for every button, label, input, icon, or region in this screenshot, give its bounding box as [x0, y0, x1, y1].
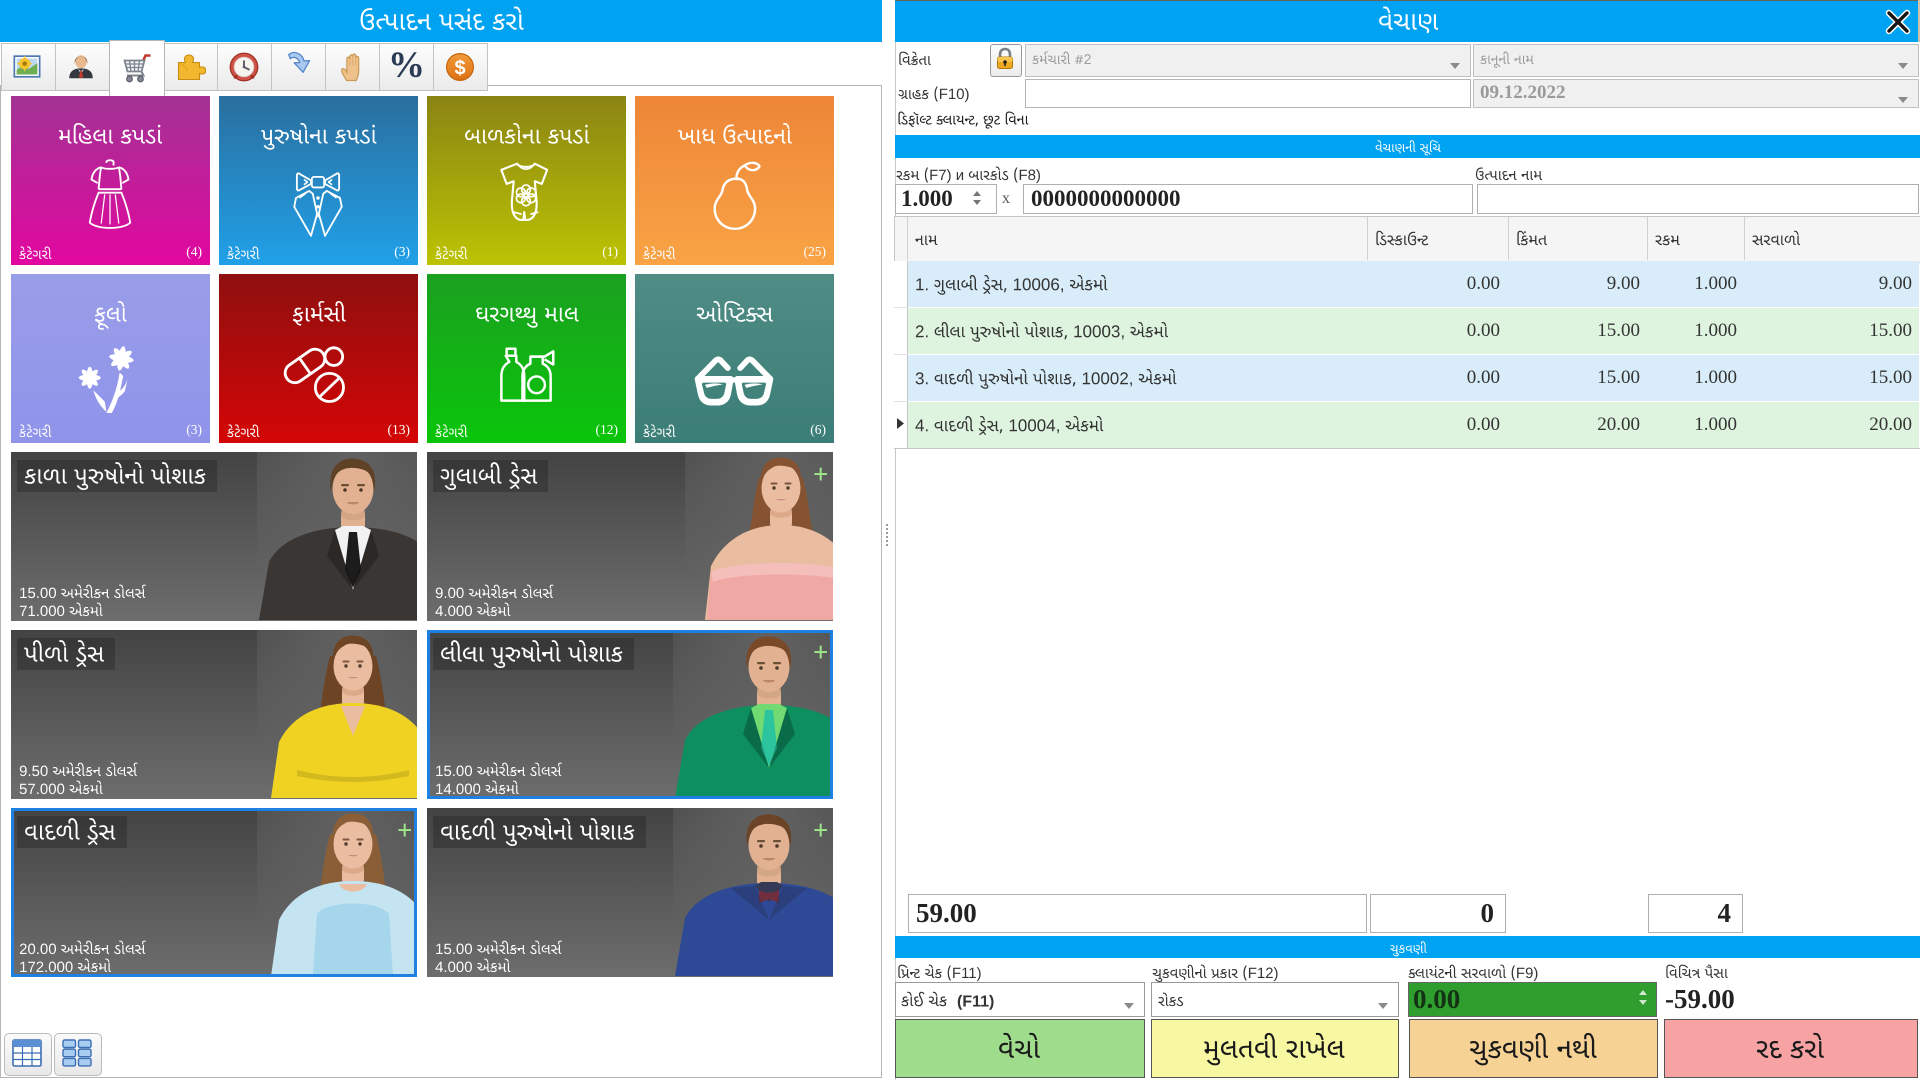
svg-text:$: $ [454, 58, 465, 80]
